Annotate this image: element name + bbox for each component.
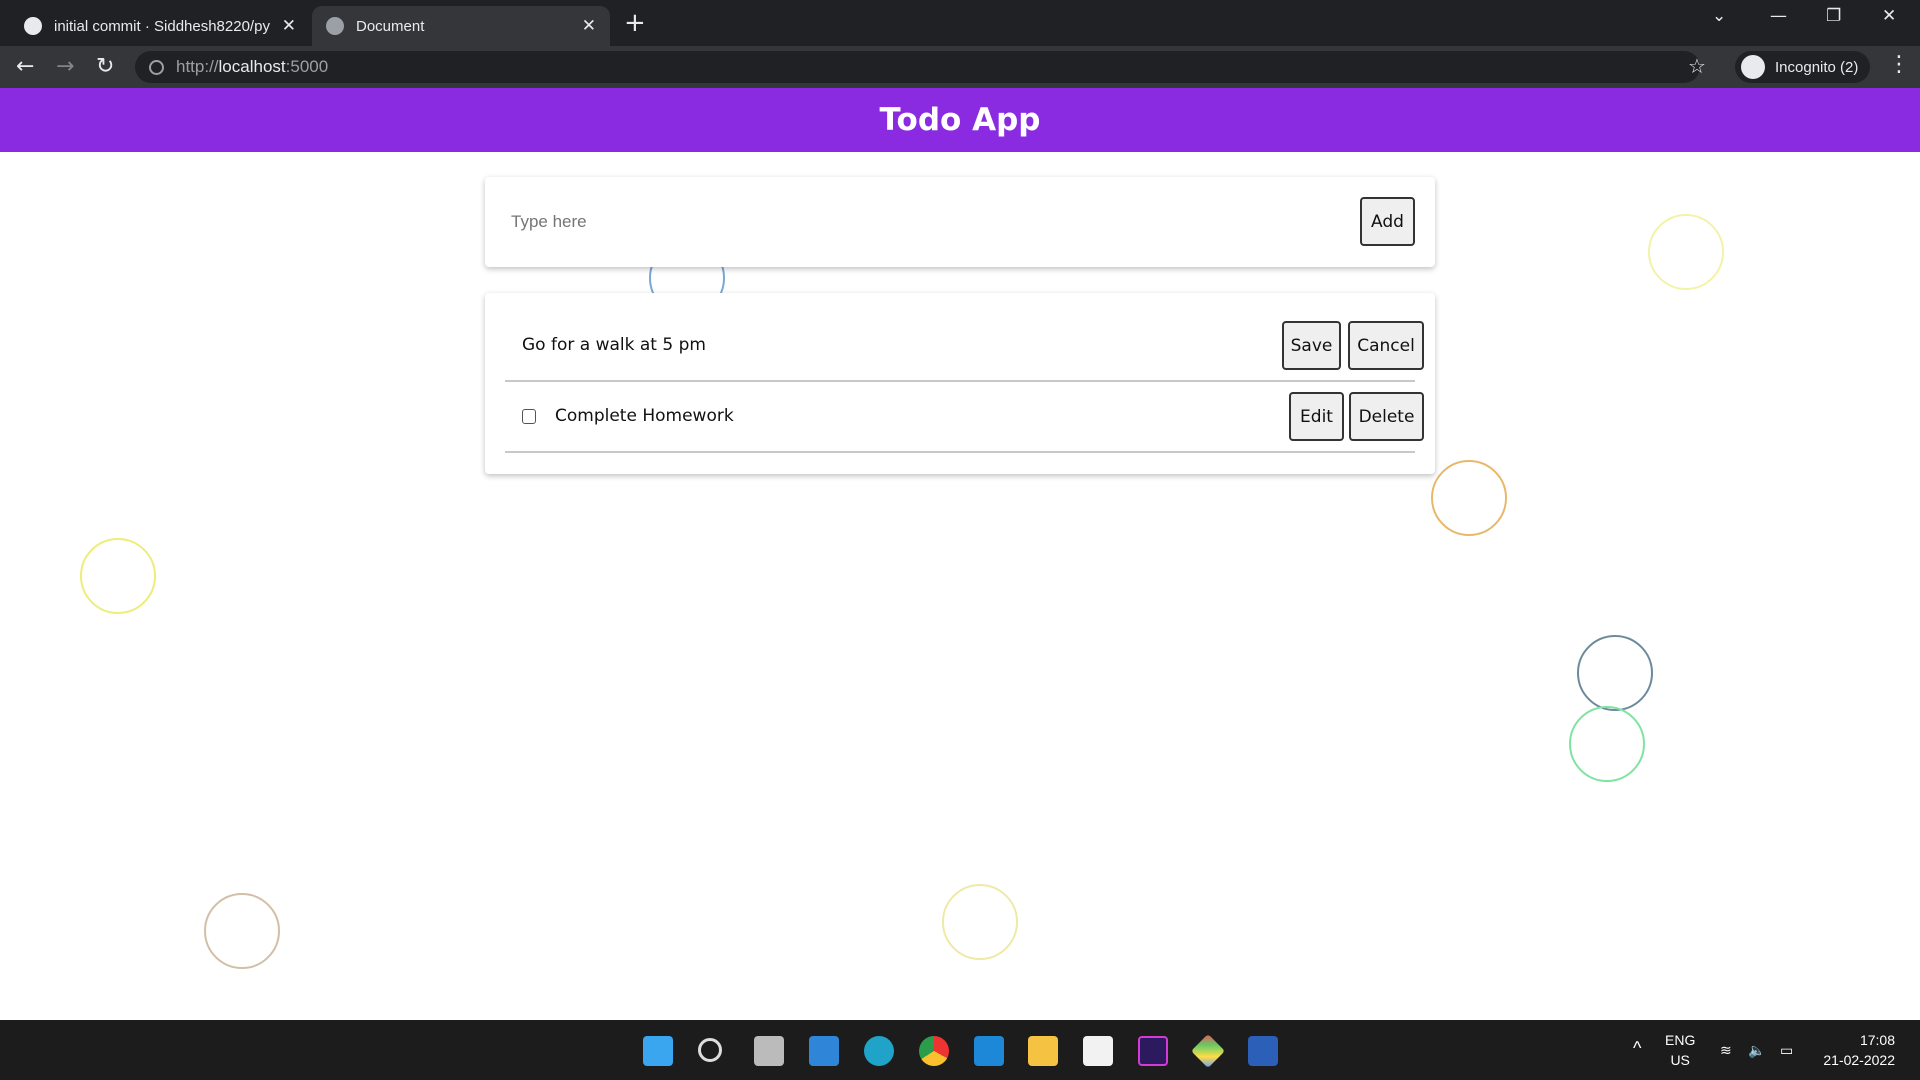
todo-edit-field[interactable]: Go for a walk at 5 pm [522, 335, 706, 355]
url-host: localhost [218, 57, 286, 76]
reload-button[interactable]: ↻ [96, 54, 114, 79]
todo-item-editing: Go for a walk at 5 pm Save Cancel [505, 311, 1424, 382]
save-button[interactable]: Save [1282, 321, 1341, 370]
incognito-profile-button[interactable]: Incognito (2) [1735, 51, 1871, 83]
decorative-circle [204, 893, 280, 969]
address-bar-area: ← → ↻ http://localhost:5000 ☆ Incognito … [0, 46, 1920, 88]
volume-icon[interactable]: 🔈 [1748, 1040, 1765, 1060]
todo-list-card: Go for a walk at 5 pm Save Cancel Comple… [485, 293, 1435, 474]
todo-input[interactable] [511, 202, 1311, 242]
tab-search-icon[interactable]: ⌄ [1712, 6, 1726, 26]
tab-bar: initial commit · Siddhesh8220/py ✕ Docum… [0, 0, 1920, 46]
widgets-icon[interactable] [809, 1036, 839, 1066]
search-icon[interactable] [698, 1038, 722, 1062]
close-tab-icon[interactable]: ✕ [582, 16, 596, 36]
minimize-button[interactable]: — [1770, 6, 1787, 26]
edit-button[interactable]: Edit [1289, 392, 1344, 441]
tab-document[interactable]: Document ✕ [312, 6, 610, 46]
region: US [1670, 1052, 1690, 1068]
clock[interactable]: 17:08 21-02-2022 [1815, 1030, 1895, 1070]
globe-icon [326, 17, 344, 35]
restore-button[interactable]: ❐ [1826, 6, 1841, 26]
date: 21-02-2022 [1823, 1052, 1895, 1068]
todo-item: Complete Homework Edit Delete [505, 382, 1424, 453]
chrome-icon[interactable] [919, 1036, 949, 1066]
forward-button[interactable]: → [56, 54, 74, 79]
store-icon[interactable] [1083, 1036, 1113, 1066]
time: 17:08 [1859, 1032, 1895, 1048]
tab-title: Document [356, 17, 425, 35]
back-button[interactable]: ← [16, 54, 34, 79]
file-explorer-icon[interactable] [1028, 1036, 1058, 1066]
battery-icon[interactable]: ▭ [1780, 1040, 1793, 1060]
start-icon[interactable] [643, 1036, 673, 1066]
todo-checkbox[interactable] [522, 409, 536, 424]
decorative-circle [1431, 460, 1507, 536]
app-header: Todo App [0, 88, 1920, 152]
show-hidden-icons[interactable]: ^ [1633, 1038, 1641, 1058]
bookmark-star-icon[interactable]: ☆ [1688, 54, 1706, 78]
language: ENG [1665, 1032, 1696, 1048]
add-button[interactable]: Add [1360, 197, 1415, 246]
info-icon[interactable] [149, 59, 164, 75]
url-scheme: http:// [176, 57, 219, 76]
close-window-button[interactable]: ✕ [1882, 6, 1896, 26]
browser-menu-icon[interactable]: ⋮ [1888, 52, 1910, 77]
new-tab-button[interactable]: + [624, 8, 646, 38]
url-port: :5000 [285, 57, 329, 76]
git-icon[interactable] [1191, 1034, 1225, 1068]
incognito-icon [1741, 55, 1765, 79]
taskbar: ^ ENG US ≋ 🔈 ▭ 17:08 21-02-2022 [0, 1020, 1920, 1080]
wifi-icon[interactable]: ≋ [1720, 1040, 1732, 1060]
decorative-circle [1577, 635, 1653, 711]
decorative-circle [1569, 706, 1645, 782]
close-tab-icon[interactable]: ✕ [282, 16, 296, 36]
profile-label: Incognito (2) [1775, 58, 1859, 76]
add-todo-card: Add [485, 177, 1435, 267]
github-icon [24, 17, 42, 35]
url-bar[interactable]: http://localhost:5000 [135, 51, 1700, 83]
language-indicator[interactable]: ENG US [1665, 1030, 1695, 1070]
task-view-icon[interactable] [754, 1036, 784, 1066]
edge-icon[interactable] [864, 1036, 894, 1066]
decorative-circle [942, 884, 1018, 960]
page-title: Todo App [879, 102, 1041, 138]
intellij-icon[interactable] [1138, 1036, 1168, 1066]
decorative-circle [80, 538, 156, 614]
decorative-circle [1648, 214, 1724, 290]
tab-title: initial commit · Siddhesh8220/py [54, 17, 270, 35]
todo-text: Complete Homework [555, 406, 734, 426]
vscode-icon[interactable] [974, 1036, 1004, 1066]
delete-button[interactable]: Delete [1349, 392, 1424, 441]
tab-github[interactable]: initial commit · Siddhesh8220/py ✕ [10, 6, 310, 46]
word-icon[interactable] [1248, 1036, 1278, 1066]
cancel-button[interactable]: Cancel [1348, 321, 1424, 370]
